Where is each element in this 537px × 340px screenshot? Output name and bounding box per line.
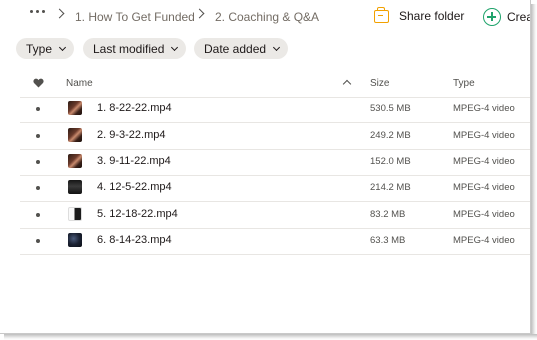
file-browser-window: 1. How To Get Funded 2. Coaching & Q&A S… xyxy=(0,0,531,334)
video-thumbnail xyxy=(68,154,82,168)
filter-date-added-chip[interactable]: Date added xyxy=(194,38,289,59)
table-row[interactable]: 6. 8-14-23.mp4 63.3 MB MPEG-4 video xyxy=(20,228,530,255)
chevron-down-icon xyxy=(273,43,281,51)
file-name[interactable]: 6. 8-14-23.mp4 xyxy=(97,234,172,246)
column-header-size[interactable]: Size xyxy=(370,78,389,89)
file-name[interactable]: 3. 9-11-22.mp4 xyxy=(97,155,171,167)
file-type: MPEG-4 video xyxy=(453,235,515,246)
window-shadow-right xyxy=(531,4,537,340)
file-size: 83.2 MB xyxy=(370,209,406,220)
video-thumbnail xyxy=(68,207,82,221)
share-folder-label: Share folder xyxy=(399,9,465,23)
sort-ascending-icon[interactable] xyxy=(342,79,352,89)
file-name[interactable]: 5. 12-18-22.mp4 xyxy=(97,208,178,220)
breadcrumb-item-parent[interactable]: 1. How To Get Funded xyxy=(75,10,195,24)
filter-date-added-label: Date added xyxy=(204,41,267,56)
chevron-down-icon xyxy=(58,43,67,51)
create-label: Crea xyxy=(507,10,531,24)
video-thumbnail xyxy=(68,101,82,115)
filter-type-label: Type xyxy=(26,41,53,56)
file-size: 152.0 MB xyxy=(370,156,411,167)
shared-folder-icon xyxy=(374,6,389,23)
table-row[interactable]: 5. 12-18-22.mp4 83.2 MB MPEG-4 video xyxy=(20,202,530,229)
status-dot-icon xyxy=(36,213,40,217)
video-thumbnail xyxy=(68,180,82,194)
file-type: MPEG-4 video xyxy=(453,103,515,114)
status-dot-icon xyxy=(36,239,40,243)
file-size: 530.5 MB xyxy=(370,103,411,114)
column-header-name[interactable]: Name xyxy=(66,78,93,89)
breadcrumb-item-current[interactable]: 2. Coaching & Q&A xyxy=(215,10,319,24)
window-shadow-bottom xyxy=(4,334,537,340)
file-size: 249.2 MB xyxy=(370,130,411,141)
file-name[interactable]: 4. 12-5-22.mp4 xyxy=(97,181,172,193)
file-name[interactable]: 2. 9-3-22.mp4 xyxy=(97,129,165,141)
table-row[interactable]: 4. 12-5-22.mp4 214.2 MB MPEG-4 video xyxy=(20,175,530,202)
file-type: MPEG-4 video xyxy=(453,209,515,220)
status-dot-icon xyxy=(36,107,40,111)
table-row[interactable]: 3. 9-11-22.mp4 152.0 MB MPEG-4 video xyxy=(20,149,530,176)
filter-type-chip[interactable]: Type xyxy=(16,38,75,59)
status-dot-icon xyxy=(36,186,40,190)
file-type: MPEG-4 video xyxy=(453,156,515,167)
file-name[interactable]: 1. 8-22-22.mp4 xyxy=(97,102,172,114)
video-thumbnail xyxy=(68,233,82,247)
table-header: Name Size Type xyxy=(20,70,530,98)
breadcrumb-chevron-icon xyxy=(194,8,205,19)
file-size: 214.2 MB xyxy=(370,182,411,193)
file-type: MPEG-4 video xyxy=(453,182,515,193)
table-row[interactable]: 1. 8-22-22.mp4 530.5 MB MPEG-4 video xyxy=(20,96,530,123)
video-thumbnail xyxy=(68,128,82,142)
table-row[interactable]: 2. 9-3-22.mp4 249.2 MB MPEG-4 video xyxy=(20,123,530,150)
filter-last-modified-chip[interactable]: Last modified xyxy=(83,38,187,59)
status-dot-icon xyxy=(36,160,40,164)
share-folder-button[interactable]: Share folder xyxy=(374,6,465,23)
breadcrumb-chevron-icon xyxy=(54,8,65,19)
chevron-down-icon xyxy=(171,43,179,51)
file-size: 63.3 MB xyxy=(370,235,406,246)
filter-last-modified-label: Last modified xyxy=(93,41,165,56)
more-options-icon[interactable] xyxy=(30,10,45,13)
create-button[interactable]: Crea xyxy=(483,8,531,26)
plus-circle-icon xyxy=(483,8,501,26)
top-bar: 1. How To Get Funded 2. Coaching & Q&A S… xyxy=(0,0,531,36)
status-dot-icon xyxy=(36,134,40,138)
column-header-type[interactable]: Type xyxy=(453,78,475,89)
heart-icon[interactable] xyxy=(33,78,44,88)
file-type: MPEG-4 video xyxy=(453,130,515,141)
